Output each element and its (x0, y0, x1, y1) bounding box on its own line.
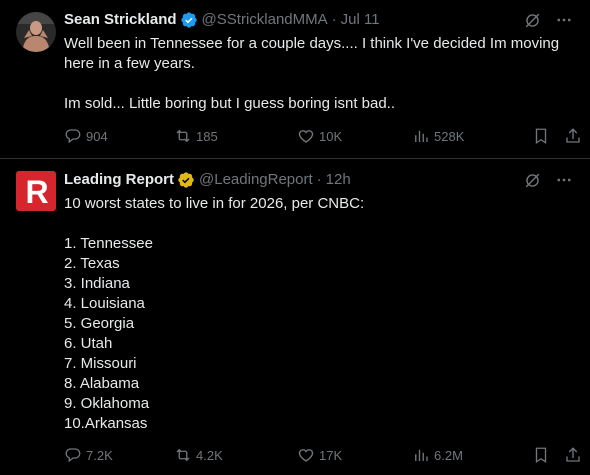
share-button[interactable] (564, 127, 582, 145)
repost-count: 185 (196, 128, 218, 144)
bookmark-button[interactable] (532, 446, 550, 464)
bookmark-icon (535, 128, 547, 145)
bookmark-button[interactable] (532, 127, 550, 145)
view-count: 528K (434, 128, 465, 144)
grok-icon[interactable] (522, 170, 542, 190)
verified-badge-icon (180, 11, 198, 29)
views-button[interactable]: 528K (412, 127, 464, 145)
like-button[interactable]: 10K (297, 127, 342, 145)
tweet-actions: 904 185 10K 528K (64, 126, 580, 146)
repost-button[interactable]: 185 (174, 127, 218, 145)
more-icon[interactable] (554, 10, 574, 30)
author-handle[interactable]: @LeadingReport (199, 170, 313, 190)
reply-icon (65, 448, 81, 463)
reply-icon (65, 129, 81, 144)
avatar[interactable] (16, 12, 56, 52)
share-icon (566, 447, 580, 462)
view-count: 6.2M (434, 447, 463, 463)
share-button[interactable] (564, 446, 582, 464)
svg-text:LEADING: LEADING (18, 182, 24, 205)
views-icon (415, 449, 428, 461)
more-icon[interactable] (554, 170, 574, 190)
avatar[interactable]: R LEADING (16, 171, 56, 211)
tweet[interactable]: Sean Strickland @SStricklandMMA · Jul 11… (0, 0, 590, 158)
tweet-text: 10 worst states to live in for 2026, per… (64, 195, 365, 432)
tweet-text: Well been in Tennessee for a couple days… (64, 35, 560, 112)
separator: · (331, 11, 337, 28)
reply-count: 7.2K (86, 447, 113, 463)
author-name[interactable]: Sean Strickland (64, 10, 177, 30)
repost-count: 4.2K (196, 447, 223, 463)
author-handle[interactable]: @SStricklandMMA (202, 10, 328, 30)
reply-button[interactable]: 904 (64, 127, 108, 145)
repost-button[interactable]: 4.2K (174, 446, 223, 464)
verified-badge-icon (177, 171, 195, 189)
author-name[interactable]: Leading Report (64, 170, 174, 190)
tweet[interactable]: R LEADING Leading Report @LeadingReport … (0, 159, 590, 475)
reply-count: 904 (86, 128, 108, 144)
like-count: 17K (319, 447, 343, 463)
heart-icon (298, 449, 314, 462)
repost-icon (176, 448, 190, 462)
grok-icon[interactable] (522, 10, 542, 30)
avatar-image (16, 12, 56, 52)
heart-icon (298, 130, 314, 143)
share-icon (566, 128, 580, 143)
timestamp[interactable]: 12h (326, 170, 351, 190)
tweet-actions: 7.2K 4.2K 17K 6.2M (64, 445, 580, 465)
views-icon (415, 130, 428, 142)
repost-icon (176, 129, 190, 143)
separator: · (316, 171, 322, 188)
like-button[interactable]: 17K (297, 446, 342, 464)
timestamp[interactable]: Jul 11 (341, 10, 380, 30)
leading-report-logo: R LEADING (16, 171, 56, 211)
reply-button[interactable]: 7.2K (64, 446, 113, 464)
bookmark-icon (535, 447, 547, 464)
like-count: 10K (319, 128, 343, 144)
views-button[interactable]: 6.2M (412, 446, 463, 464)
svg-text:R: R (25, 174, 48, 210)
